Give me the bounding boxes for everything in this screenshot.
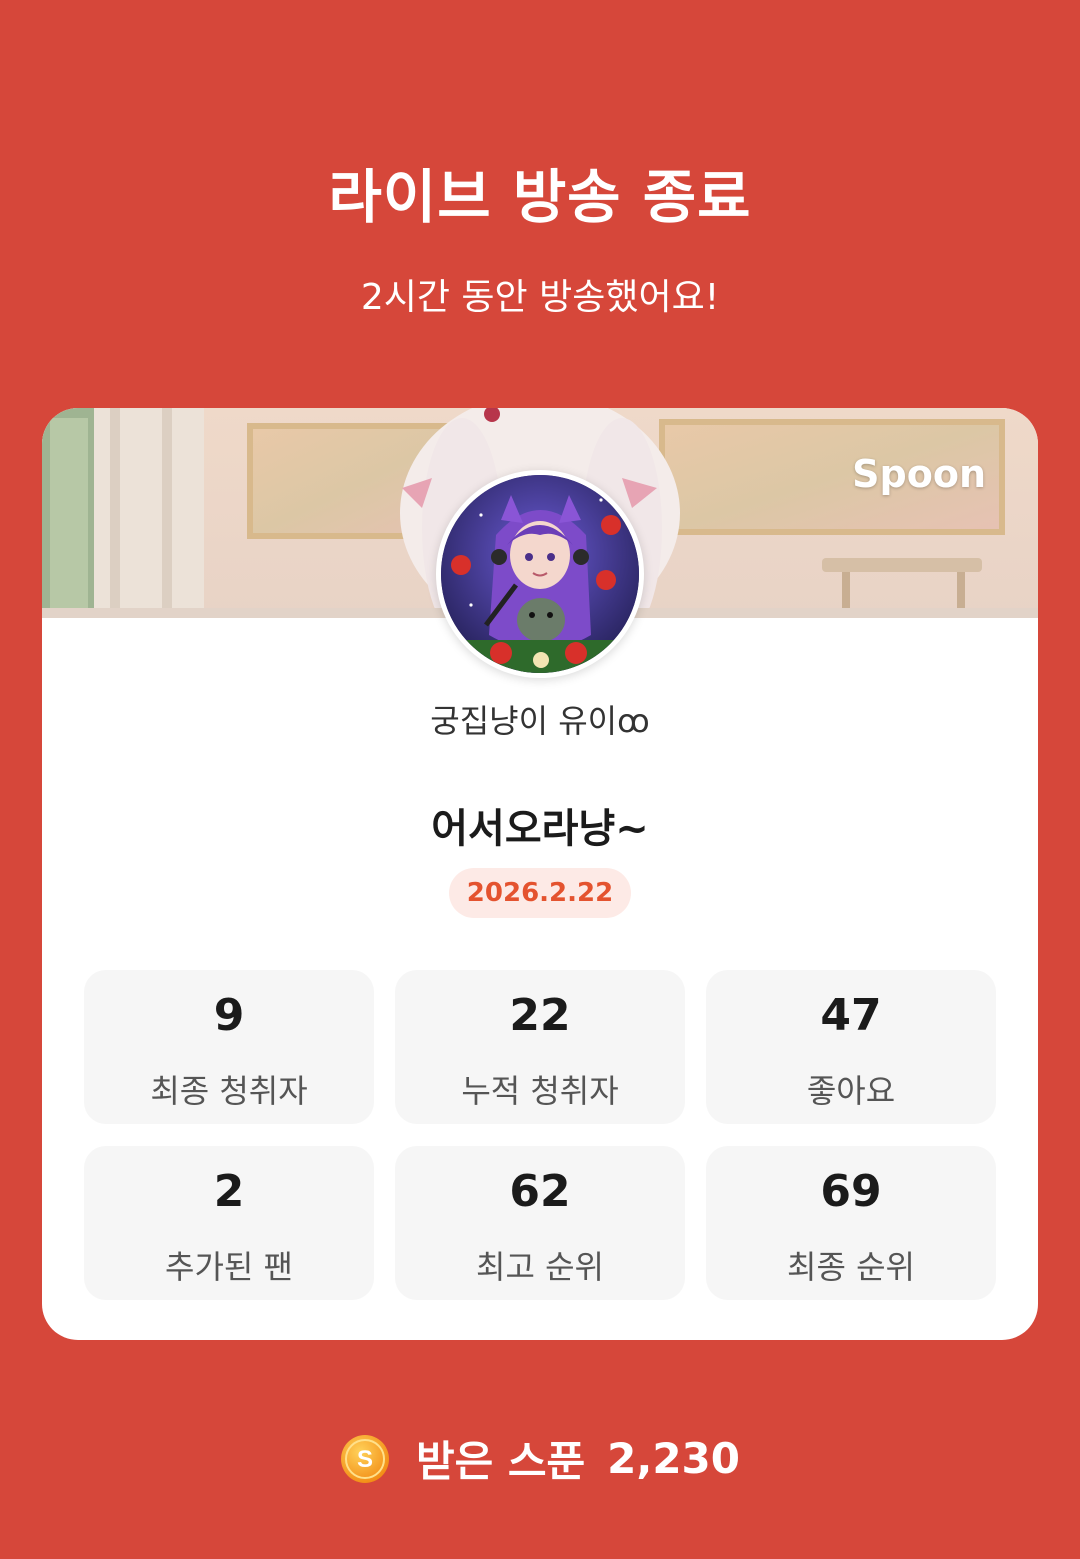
stat-likes: 47 좋아요 <box>706 970 996 1124</box>
stat-final-rank: 69 최종 순위 <box>706 1146 996 1300</box>
stat-new-fans: 2 추가된 팬 <box>84 1146 374 1300</box>
stats-grid: 9 최종 청취자 22 누적 청취자 47 좋아요 2 추가된 팬 62 최고 … <box>84 970 996 1300</box>
stat-label: 최종 청취자 <box>150 1072 308 1110</box>
room-title: 어서오라냥~ <box>431 806 649 852</box>
stat-value: 9 <box>213 990 245 1041</box>
spoon-coin-icon: S <box>340 1434 389 1483</box>
stat-label: 최고 순위 <box>476 1248 604 1286</box>
host-avatar[interactable] <box>436 470 644 678</box>
stat-label: 최종 순위 <box>787 1248 915 1286</box>
stat-value: 47 <box>820 990 882 1041</box>
received-spoons: S 받은 스푼 2,230 <box>0 1428 1080 1489</box>
date-wrap: 2026.2.22 <box>42 868 1038 918</box>
stat-value: 62 <box>509 1166 571 1217</box>
stat-label: 좋아요 <box>806 1072 896 1110</box>
stat-best-rank: 62 최고 순위 <box>395 1146 685 1300</box>
received-spoons-value: 2,230 <box>607 1434 741 1483</box>
page-title: 라이브 방송 종료 <box>328 163 752 231</box>
broadcast-summary-card: Spoon 궁집냥이 유이ꝏ 어서오라냥~ 2026.2.22 9 최종 청취자… <box>42 408 1038 1340</box>
stat-label: 추가된 팬 <box>165 1248 293 1286</box>
date-badge: 2026.2.22 <box>448 868 632 918</box>
host-name: 궁집냥이 유이ꝏ <box>430 702 650 740</box>
stat-final-listeners: 9 최종 청취자 <box>84 970 374 1124</box>
broadcast-duration-text: 2시간 동안 방송했어요! <box>360 277 720 318</box>
stat-total-listeners: 22 누적 청취자 <box>395 970 685 1124</box>
coin-letter: S <box>357 1446 373 1473</box>
stat-label: 누적 청취자 <box>461 1072 619 1110</box>
stat-value: 22 <box>509 990 571 1041</box>
spoon-logo: Spoon <box>852 452 986 496</box>
stat-value: 69 <box>820 1166 882 1217</box>
received-spoons-label: 받은 스푼 <box>415 1437 586 1486</box>
stat-value: 2 <box>213 1166 245 1217</box>
